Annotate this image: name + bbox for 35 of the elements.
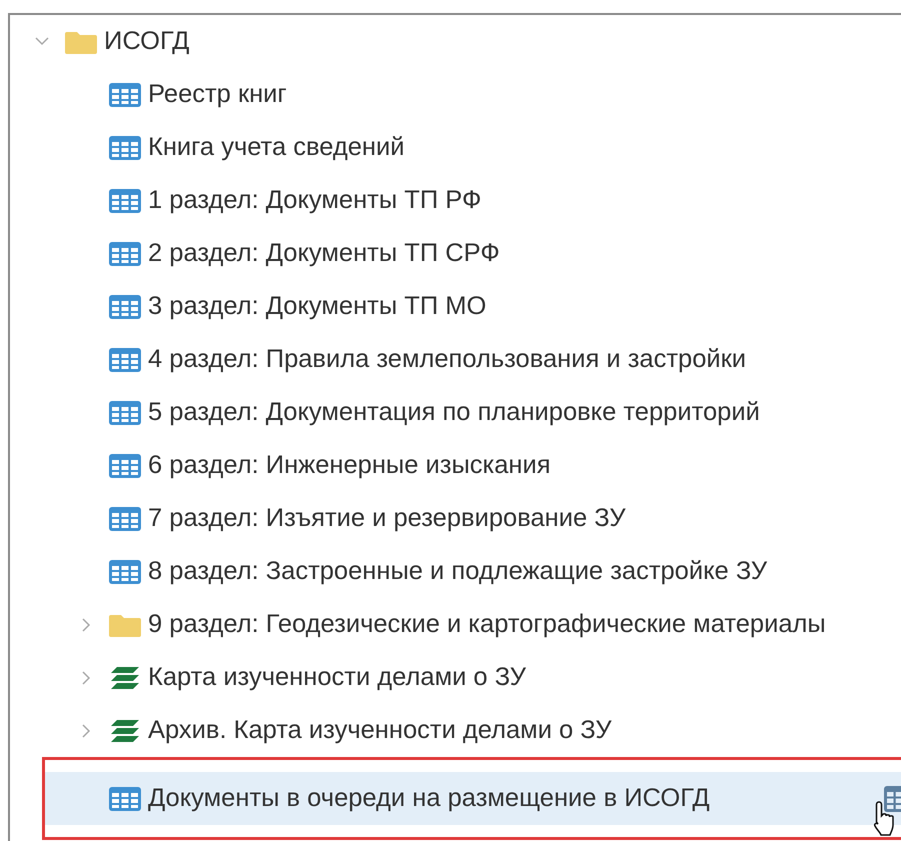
table-icon: [109, 348, 141, 372]
chevron-right-icon[interactable]: [82, 724, 90, 738]
table-icon: [109, 786, 141, 810]
tree-item-label[interactable]: Реестр книг: [148, 80, 287, 109]
folder-icon: [65, 30, 97, 54]
tree-item-label[interactable]: 9 раздел: Геодезические и картографические материалы: [148, 610, 826, 639]
table-icon: [109, 454, 141, 478]
table-icon: [109, 82, 141, 106]
table-icon: [109, 188, 141, 212]
chevron-right-icon[interactable]: [82, 670, 90, 684]
tree-item-label[interactable]: 2 раздел: Документы ТП СРФ: [148, 239, 500, 268]
tree-item-label[interactable]: 1 раздел: Документы ТП РФ: [148, 186, 482, 215]
tree-item-label[interactable]: 5 раздел: Документация по планировке территорий: [148, 398, 760, 427]
folder-icon: [109, 612, 141, 636]
table-icon: [109, 294, 141, 318]
tree-item-label[interactable]: 7 раздел: Изъятие и резервирование ЗУ: [148, 504, 626, 533]
tree-item-label[interactable]: Книга учета сведений: [148, 133, 404, 162]
tree-item-label[interactable]: 4 раздел: Правила землепользования и застройки: [148, 345, 746, 374]
tree-item-label[interactable]: ИСОГД: [104, 27, 190, 56]
table-icon: [109, 136, 141, 160]
tree-item-label[interactable]: 6 раздел: Инженерные изыскания: [148, 451, 551, 480]
layers-icon: [109, 718, 141, 742]
table-icon: [109, 400, 141, 424]
tree-item-label[interactable]: 8 раздел: Застроенные и подлежащие застройке ЗУ: [148, 557, 768, 586]
chevron-right-icon[interactable]: [82, 618, 90, 632]
layers-icon: [109, 666, 141, 690]
tree-item-label[interactable]: 3 раздел: Документы ТП МО: [148, 292, 486, 321]
table-icon: [109, 506, 141, 530]
selected-tree-row[interactable]: Документы в очереди на размещение в ИСОГД: [45, 772, 901, 825]
table-icon: [109, 560, 141, 584]
table-icon: [109, 242, 141, 266]
chevron-down-icon[interactable]: [35, 37, 49, 46]
tree-item-label[interactable]: Документы в очереди на размещение в ИСОГД: [148, 784, 710, 813]
tree-item-label[interactable]: Карта изученности делами о ЗУ: [148, 663, 526, 692]
tree-item-label[interactable]: Архив. Карта изученности делами о ЗУ: [148, 716, 612, 745]
